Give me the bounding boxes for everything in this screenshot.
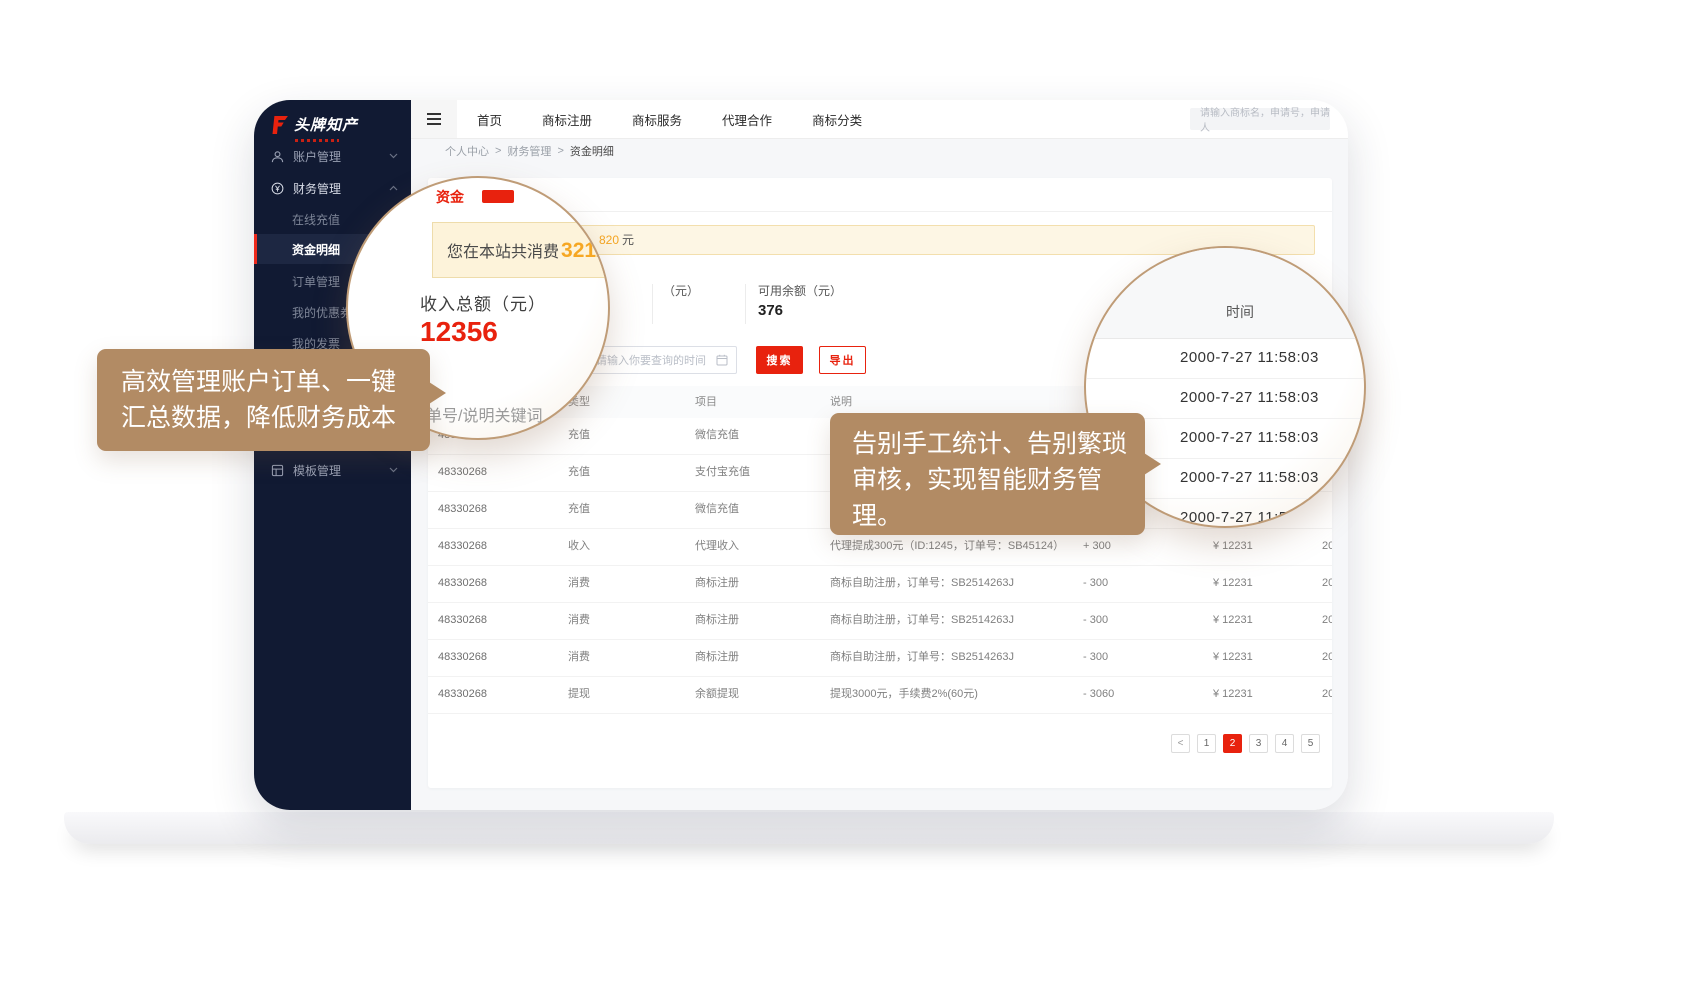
magnified-banner: 您在本站共消费32124大: [432, 222, 610, 278]
chevron-down-icon: [389, 153, 398, 159]
sort-caret-icon: ∨: [698, 386, 704, 418]
table-row: 48330268消费商标注册商标自助注册，订单号：SB2514263J- 300…: [428, 566, 1332, 603]
stat-balance-title: 可用余额（元）: [758, 282, 842, 299]
search-input[interactable]: 请输入商标名，申请号，申请人: [1190, 108, 1330, 130]
stat-expense-title: （元）: [663, 282, 699, 299]
hamburger-icon: [427, 113, 441, 115]
menu-toggle[interactable]: [411, 100, 457, 138]
export-button[interactable]: 导出: [819, 346, 866, 374]
tooltip-arrow-icon: [429, 382, 446, 404]
brand-logo: 头牌知产: [269, 114, 358, 135]
pagination-prev[interactable]: <: [1171, 734, 1190, 753]
stat-balance-value: 376: [758, 302, 783, 319]
sidebar-item-account[interactable]: 账户管理: [254, 142, 411, 170]
sidebar: 头牌知产 账户管理 财务管理 在线充值 资金明细 订单管理 我的优惠券 我的发票…: [254, 100, 411, 810]
magnified-time-header: 时间: [1086, 248, 1364, 339]
brand-name: 头牌知产: [294, 114, 358, 135]
chevron-up-icon: [389, 185, 398, 191]
breadcrumb-finance[interactable]: 财务管理: [507, 143, 551, 159]
tooltip-left: 高效管理账户订单、一键 汇总数据，降低财务成本: [97, 349, 430, 451]
breadcrumb-current: 资金明细: [570, 143, 614, 159]
magnified-time-row: 2000-7-27 11:58:03: [1086, 338, 1364, 379]
search-button[interactable]: 搜索: [756, 346, 803, 374]
pagination-page-5[interactable]: 5: [1301, 734, 1320, 753]
user-icon: [271, 150, 284, 163]
magnified-consumption-value: 32124: [561, 239, 610, 262]
sidebar-item-finance[interactable]: 财务管理: [254, 174, 411, 202]
tooltip-right: 告别手工统计、告别繁琐 审核，实现智能财务管 理。: [830, 413, 1145, 535]
table-row: 48330268提现余额提现提现3000元，手续费2%(60元)- 3060¥ …: [428, 677, 1332, 714]
chevron-left-icon: <: [1178, 738, 1184, 749]
calendar-icon: [716, 354, 728, 366]
magnified-income-value: 12356: [420, 316, 498, 348]
breadcrumb-personal-center[interactable]: 个人中心: [445, 143, 489, 159]
nav-item-trademark-category[interactable]: 商标分类: [812, 110, 862, 129]
primary-nav: 首页 商标注册 商标服务 代理合作 商标分类: [477, 100, 862, 138]
pagination-page-1[interactable]: 1: [1197, 734, 1216, 753]
nav-item-trademark-service[interactable]: 商标服务: [632, 110, 682, 129]
nav-item-trademark-register[interactable]: 商标注册: [542, 110, 592, 129]
table-row: 48330268消费商标注册商标自助注册，订单号：SB2514263J- 300…: [428, 603, 1332, 640]
tooltip-arrow-icon: [1144, 453, 1161, 475]
laptop-base: [64, 812, 1554, 844]
nav-item-agency[interactable]: 代理合作: [722, 110, 772, 129]
sidebar-item-template[interactable]: 模板管理: [254, 456, 411, 484]
magnified-income-title: 收入总额（元）: [420, 290, 546, 315]
template-icon: [271, 464, 284, 477]
marketing-canvas: 头牌知产 账户管理 财务管理 在线充值 资金明细 订单管理 我的优惠券 我的发票…: [0, 0, 1696, 1002]
table-row: 48330268消费商标注册商标自助注册，订单号：SB2514263J- 300…: [428, 640, 1332, 677]
date-placeholder: 请输入你要查询的时间: [596, 352, 706, 368]
top-navbar: 首页 商标注册 商标服务 代理合作 商标分类 请输入商标名，申请号，申请人: [411, 100, 1348, 139]
nav-item-home[interactable]: 首页: [477, 110, 502, 129]
finance-icon: [271, 182, 284, 195]
brand-logo-icon: [269, 115, 289, 135]
date-query-input[interactable]: 请输入你要查询的时间: [585, 346, 737, 374]
pagination-page-3[interactable]: 3: [1249, 734, 1268, 753]
breadcrumb: 个人中心 > 财务管理 > 资金明细: [411, 138, 1348, 164]
pagination-page-2-active[interactable]: 2: [1223, 734, 1242, 753]
chevron-down-icon: [389, 467, 398, 473]
magnified-tab-fragment: 资金: [436, 187, 464, 207]
pagination: < 1 2 3 4 5: [1171, 734, 1320, 753]
pagination-page-4[interactable]: 4: [1275, 734, 1294, 753]
magnified-tab-underline: [482, 190, 514, 203]
search-placeholder: 请输入商标名，申请号，申请人: [1200, 104, 1330, 134]
